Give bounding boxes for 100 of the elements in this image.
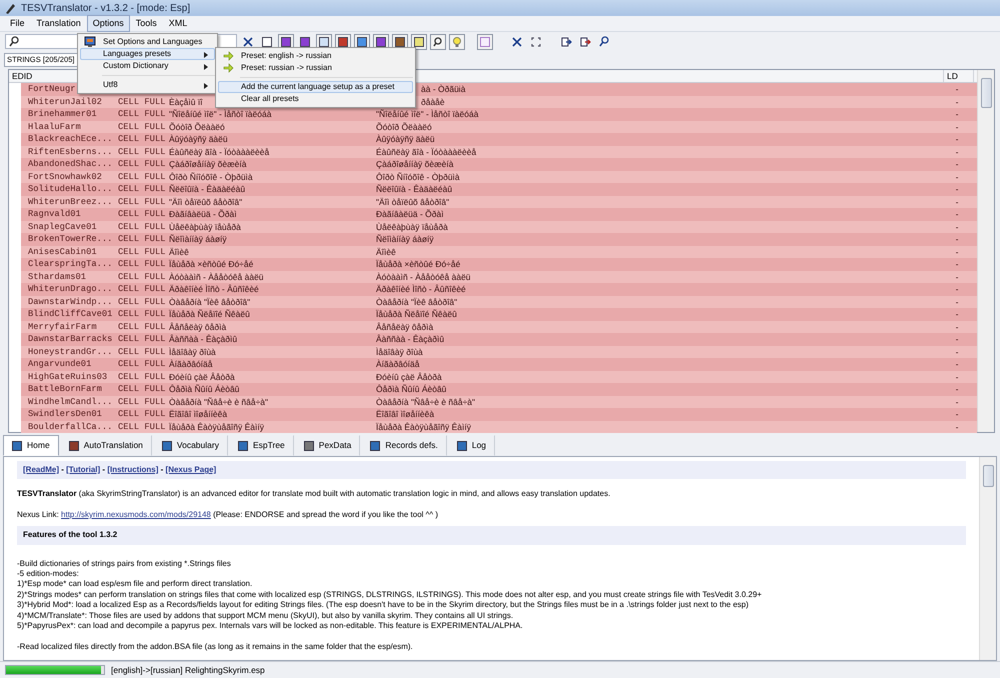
edid-cell: HlaaluFarm — [28, 122, 81, 132]
menu-item[interactable]: Clear all presets — [218, 93, 413, 105]
feature-line: 4)*MCM/Translate*: Those files are used by addons that support MCM menu (SkyUI), but also by vanilla skyrim. They contains all UI strings. — [17, 610, 514, 621]
bulb-icon — [452, 36, 462, 46]
menu-item[interactable]: Languages presets — [80, 48, 215, 60]
type-cell: CELL FULL — [118, 422, 166, 432]
arrow-icon — [223, 51, 234, 61]
edid-cell: BoulderfallCa... — [28, 422, 112, 432]
tab-icon — [12, 440, 22, 451]
edid-cell: RiftenEsberns... — [28, 146, 112, 156]
edid-cell: BrokenTowerRe... — [28, 234, 112, 244]
column-header[interactable]: LD — [944, 70, 974, 82]
type-cell: CELL FULL — [118, 346, 166, 356]
translation-text: Ñëëîûïà - Êàäàëéàû — [376, 184, 452, 194]
type-cell: CELL FULL — [118, 396, 166, 406]
translation-text: "Äîì òåïëûõ âåòðîâ" — [376, 196, 450, 207]
type-cell: CELL FULL — [118, 146, 166, 156]
edid-cell: HighGateRuins03 — [28, 372, 108, 382]
translation-text: Âàññàà - Êàçàðìû — [376, 334, 444, 344]
source-text: Äîìèê — [169, 246, 189, 257]
type-cell: CELL FULL — [118, 234, 166, 244]
source-text: Èàçåìû ïî — [169, 96, 203, 107]
toolbar-button[interactable] — [411, 34, 427, 50]
source-text: Ëîãîâî ìîøåííèêà — [169, 409, 228, 420]
type-cell: CELL FULL — [118, 122, 166, 132]
square-button[interactable] — [477, 34, 493, 50]
type-cell: CELL FULL — [118, 134, 166, 144]
tab[interactable]: Home — [3, 435, 59, 456]
source-text: Àíãàðâóíäå — [169, 359, 212, 370]
ld-cell: - — [956, 159, 958, 170]
nexus-note: (Please: ENDORSE and spread the word if you like the tool ^^ ) — [212, 510, 438, 519]
type-cell: CELL FULL — [118, 209, 166, 219]
menu-item[interactable]: Preset: russian -> russian — [218, 62, 413, 74]
tab-icon — [162, 440, 172, 451]
menu-item[interactable]: File — [4, 14, 31, 32]
tab-icon — [370, 440, 380, 451]
menu-item[interactable]: Options — [86, 14, 130, 32]
ld-cell: - — [956, 84, 958, 94]
ld-cell: - — [956, 359, 958, 370]
ld-cell: - — [956, 334, 958, 344]
source-text: Ñëîìàííàÿ áàøíÿ — [169, 234, 227, 244]
link[interactable]: [ReadMe] — [23, 465, 60, 474]
translation-text: Ìåäîâàÿ ðîùà — [376, 346, 423, 357]
edid-cell: MerryfairFarm — [28, 322, 97, 332]
feature-line: 3)*Hybrid Mod*: load a localized Esp as a Records/fields layout for editing Strings files. (The esp doesn't have to be in the Skyrim directory, but the Strings files must be in a .\strings folder just next to the esp) — [17, 600, 750, 611]
edid-cell: FortNeugr — [28, 84, 76, 94]
menu-item[interactable]: Set Options and Languages — [80, 36, 215, 48]
bulb-button[interactable] — [449, 34, 465, 50]
link[interactable]: [Tutorial] — [66, 465, 100, 474]
feature-line: -5 edition-modes: — [17, 569, 80, 580]
source-text: Éàûñëàÿ ãîà - Ïóòàààëèèå — [169, 146, 270, 157]
ld-cell: - — [956, 272, 958, 282]
type-cell: CELL FULL — [118, 272, 166, 282]
export-icon — [580, 36, 590, 46]
monitor-icon — [84, 36, 96, 48]
search-button[interactable] — [430, 34, 446, 50]
menu-item[interactable]: Custom Dictionary — [80, 60, 215, 72]
edid-cell: SolitudeHallo... — [28, 184, 112, 194]
ld-cell: - — [956, 372, 958, 382]
translation-text: Ïåùåðà Ñëåïîé Ñêàëû — [376, 309, 457, 320]
ld-cell: - — [956, 322, 958, 332]
translation-text: Ùåëêàþùàÿ ïåùåðà — [376, 222, 448, 232]
ld-cell: - — [956, 422, 958, 432]
scrollbar[interactable] — [979, 457, 996, 660]
export-icon — [560, 36, 572, 46]
type-cell: CELL FULL — [118, 359, 166, 369]
pen-icon — [4, 2, 16, 14]
menu-item[interactable]: Tools — [130, 14, 163, 32]
link[interactable]: [Instructions] — [107, 465, 158, 474]
scrollbar[interactable] — [977, 70, 994, 432]
ld-cell: - — [956, 122, 958, 132]
menu-item[interactable]: Translation — [30, 14, 87, 32]
translation-text: àà - Òðãüià — [421, 84, 466, 94]
search-icon — [599, 36, 609, 47]
menu-item[interactable]: Utf8 — [80, 79, 215, 91]
edid-cell: Sthardams01 — [28, 272, 86, 282]
tab-icon — [238, 440, 248, 451]
type-cell: CELL FULL — [118, 184, 166, 194]
menu-item[interactable]: Preset: english -> russian — [218, 50, 413, 62]
type-cell: CELL FULL — [118, 372, 166, 382]
translation-text: Âåñåëàÿ ôåðìà — [376, 322, 434, 332]
ld-cell: - — [956, 184, 958, 194]
ld-cell: - — [956, 346, 958, 357]
menu-item[interactable]: XML — [162, 14, 194, 32]
source-text: Âåñåëàÿ ôåðìà — [169, 322, 226, 332]
link[interactable]: http://skyrim.nexusmods.com/mods/29148 — [61, 510, 211, 519]
translation-text: Ïåùåðà Êàòÿùåãîñÿ Êàìíÿ — [376, 422, 471, 432]
translation-text: Àóòààìñ - Àååòóêå ààëü — [376, 272, 471, 282]
tab-icon — [68, 440, 79, 451]
type-cell: CELL FULL — [118, 222, 166, 232]
separator-text: - — [60, 465, 65, 474]
menu-item[interactable]: Add the current language setup as a preset — [218, 81, 413, 93]
intro-paragraph: TESVTranslator (aka SkyrimStringTranslator) is an advanced editor for translate mod built with automatic translation logic in mind, and allows easy translation updates. — [17, 489, 612, 500]
source-text: Ïåùåðà ×èñòûé Ðó÷åé — [169, 259, 254, 270]
source-text: Õóòîð Õëààëó — [169, 122, 225, 132]
ld-cell: - — [956, 146, 958, 157]
link[interactable]: [Nexus Page] — [166, 465, 216, 474]
source-text: Âàññàà - Êàçàðìû — [169, 334, 238, 344]
edid-cell: Brinehammer01 — [28, 109, 97, 119]
edid-cell: BlindCliffCave01 — [28, 309, 112, 319]
